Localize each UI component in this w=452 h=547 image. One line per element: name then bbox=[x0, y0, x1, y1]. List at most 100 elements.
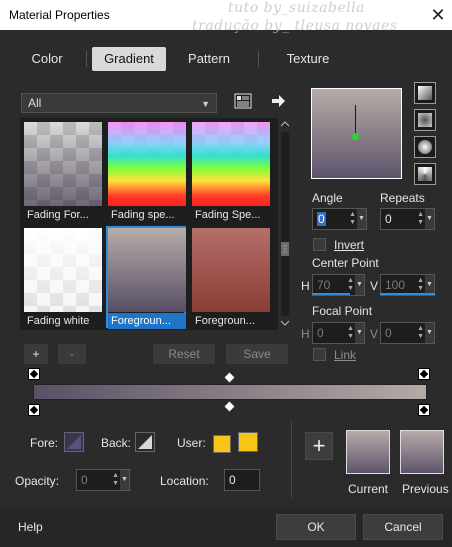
angle-value: 0 bbox=[317, 212, 326, 226]
opacity-value: 0 bbox=[81, 473, 88, 487]
reset-button[interactable]: Reset bbox=[153, 344, 215, 364]
repeats-label: Repeats bbox=[380, 191, 425, 205]
opacity-label: Opacity: bbox=[15, 474, 60, 488]
chevron-down-icon[interactable]: ▼ bbox=[425, 275, 434, 295]
user-swatch-small[interactable] bbox=[213, 435, 231, 453]
gallery-swatch bbox=[108, 228, 186, 312]
section-divider bbox=[291, 420, 292, 498]
location-label: Location: bbox=[160, 474, 209, 488]
tab-color[interactable]: Color bbox=[14, 47, 80, 71]
linear-style-button[interactable] bbox=[414, 82, 436, 104]
gallery-item-selected[interactable]: Foregroun... bbox=[106, 226, 186, 329]
center-h-slider[interactable] bbox=[312, 293, 350, 295]
save-button[interactable]: Save bbox=[226, 344, 288, 364]
tab-gradient[interactable]: Gradient bbox=[92, 47, 166, 71]
opacity-stop-end[interactable] bbox=[418, 404, 430, 416]
remove-gradient-button[interactable]: - bbox=[58, 344, 86, 364]
previous-preview[interactable] bbox=[400, 430, 444, 474]
color-stop-start[interactable] bbox=[28, 368, 40, 380]
center-h-label: H bbox=[301, 279, 310, 293]
opacity-stop-start[interactable] bbox=[28, 404, 40, 416]
back-swatch[interactable] bbox=[135, 432, 155, 452]
gallery-swatch bbox=[108, 122, 186, 206]
tab-separator bbox=[86, 51, 87, 67]
repeats-stepper[interactable]: 0 ▲ ▼ ▼ bbox=[380, 208, 435, 230]
tab-texture[interactable]: Texture bbox=[270, 47, 346, 71]
angle-stepper[interactable]: 0 ▲ ▼ ▼ bbox=[312, 208, 367, 230]
arrow-right-icon[interactable] bbox=[270, 93, 286, 109]
watermark-line-1: tuto by_suizabella bbox=[228, 0, 365, 16]
color-midpoint-marker[interactable] bbox=[224, 372, 235, 383]
invert-checkbox[interactable] bbox=[313, 238, 326, 251]
current-preview bbox=[346, 430, 390, 474]
invert-label: Invert bbox=[334, 238, 365, 252]
center-v-value: 100 bbox=[385, 278, 406, 292]
angle-handle[interactable] bbox=[352, 133, 359, 140]
user-label: User: bbox=[177, 436, 206, 450]
stepper-arrows-icon[interactable]: ▲ ▼ bbox=[347, 277, 354, 293]
gallery-item[interactable]: Fading For... bbox=[23, 121, 103, 223]
stepper-arrows-icon[interactable]: ▲ ▼ bbox=[349, 211, 356, 227]
stepper-arrows-icon[interactable]: ▲ ▼ bbox=[347, 325, 354, 341]
cancel-button[interactable]: Cancel bbox=[363, 514, 443, 540]
gallery-item-label: Fading Spe... bbox=[195, 209, 261, 221]
chevron-down-icon[interactable]: ▼ bbox=[355, 323, 364, 343]
gallery-view-icon[interactable] bbox=[234, 93, 252, 109]
gallery-swatch bbox=[192, 122, 270, 206]
sunburst-style-button[interactable] bbox=[414, 136, 436, 158]
gallery-item[interactable]: Fading spe... bbox=[107, 121, 187, 223]
repeats-value: 0 bbox=[385, 212, 392, 226]
link-checkbox[interactable] bbox=[313, 348, 326, 361]
angle-handle-line bbox=[355, 105, 356, 135]
help-link[interactable]: Help bbox=[18, 520, 43, 534]
center-v-slider[interactable] bbox=[380, 293, 435, 295]
chevron-down-icon[interactable]: ▼ bbox=[120, 470, 129, 490]
focal-v-stepper[interactable]: 0 ▲ ▼ ▼ bbox=[380, 322, 435, 344]
gallery-swatch bbox=[24, 228, 102, 312]
chevron-down-icon: ▼ bbox=[201, 99, 210, 109]
chevron-down-icon[interactable]: ▼ bbox=[425, 209, 434, 229]
center-v-label: V bbox=[370, 279, 379, 293]
gallery-item[interactable]: Fading Spe... bbox=[191, 121, 271, 223]
chevron-down-icon[interactable]: ▼ bbox=[355, 275, 364, 295]
gradient-editor-bar[interactable] bbox=[33, 384, 427, 400]
gallery-item[interactable]: Foregroun... bbox=[191, 227, 271, 329]
gallery-item-label: Fading white bbox=[27, 315, 90, 327]
previous-label: Previous bbox=[402, 482, 449, 496]
location-field[interactable]: 0 bbox=[224, 469, 260, 491]
focal-h-label: H bbox=[301, 327, 310, 341]
gallery-item-label: Fading spe... bbox=[111, 209, 175, 221]
chevron-down-icon[interactable]: ▼ bbox=[425, 323, 434, 343]
focal-h-stepper[interactable]: 0 ▲ ▼ ▼ bbox=[312, 322, 365, 344]
tab-pattern[interactable]: Pattern bbox=[176, 47, 242, 71]
rectangular-style-button[interactable] bbox=[414, 109, 436, 131]
radial-style-button[interactable] bbox=[414, 163, 436, 185]
angle-label: Angle bbox=[312, 191, 343, 205]
fore-label: Fore: bbox=[30, 436, 59, 450]
stepper-arrows-icon[interactable]: ▲ ▼ bbox=[112, 472, 119, 488]
add-to-swatches-button[interactable]: + bbox=[305, 432, 333, 460]
fore-swatch[interactable] bbox=[64, 432, 84, 452]
close-icon[interactable]: ✕ bbox=[424, 2, 452, 28]
add-gradient-button[interactable]: + bbox=[24, 344, 48, 364]
category-dropdown[interactable]: All ▼ bbox=[21, 93, 217, 113]
link-label: Link bbox=[334, 348, 357, 362]
focal-point-label: Focal Point bbox=[312, 304, 373, 318]
gradient-preview[interactable] bbox=[311, 88, 402, 179]
opacity-stepper[interactable]: 0 ▲ ▼ ▼ bbox=[76, 469, 130, 491]
stepper-arrows-icon[interactable]: ▲ ▼ bbox=[417, 277, 424, 293]
stepper-arrows-icon[interactable]: ▲ ▼ bbox=[417, 325, 424, 341]
user-swatch[interactable] bbox=[238, 432, 258, 452]
gallery-item-label: Fading For... bbox=[27, 209, 89, 221]
gallery-item-label: Foregroun... bbox=[108, 313, 186, 329]
ok-button[interactable]: OK bbox=[276, 514, 356, 540]
opacity-midpoint-marker[interactable] bbox=[224, 401, 235, 412]
color-stop-end[interactable] bbox=[418, 368, 430, 380]
chevron-down-icon[interactable]: ▼ bbox=[357, 209, 366, 229]
gallery-item[interactable]: Fading white bbox=[23, 227, 103, 329]
gallery-scrollbar[interactable] bbox=[278, 118, 292, 330]
tab-separator bbox=[258, 51, 259, 67]
current-label: Current bbox=[348, 482, 389, 496]
tab-bar: Color Gradient Pattern Texture bbox=[0, 44, 452, 74]
stepper-arrows-icon[interactable]: ▲ ▼ bbox=[417, 211, 424, 227]
